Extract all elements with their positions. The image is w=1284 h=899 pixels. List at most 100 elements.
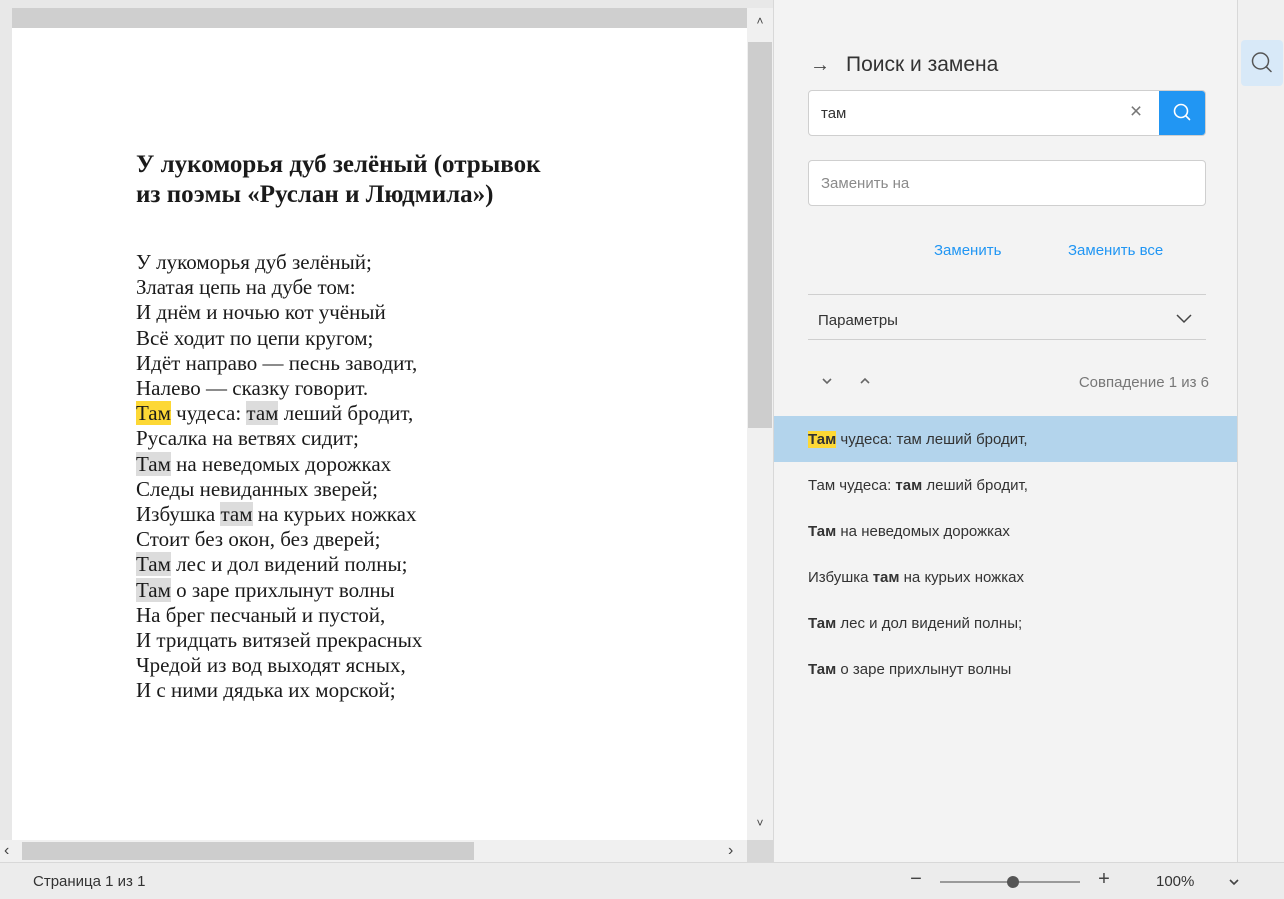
match-highlight: там	[220, 502, 253, 527]
result-match: Там	[808, 430, 837, 448]
search-button[interactable]	[1159, 91, 1205, 135]
result-text: на неведомых дорожках	[836, 522, 1010, 540]
poem-line: Русалка на ветвях сидит;	[136, 426, 422, 451]
zoom-value: 100%	[1156, 873, 1195, 890]
scroll-left-icon[interactable]: ‹	[4, 842, 20, 860]
document-area: У лукоморья дуб зелёный (отрывок из поэм…	[0, 0, 773, 862]
document-page[interactable]: У лукоморья дуб зелёный (отрывок из поэм…	[12, 28, 747, 840]
poem-line: Златая цепь на дубе том:	[136, 275, 422, 300]
poem-line: И тридцать витязей прекрасных	[136, 628, 422, 653]
search-icon	[1173, 103, 1191, 121]
previous-match-icon[interactable]	[858, 374, 872, 388]
next-match-icon[interactable]	[820, 374, 834, 388]
zoom-slider-thumb[interactable]	[1007, 876, 1019, 888]
match-highlight: Там	[136, 451, 171, 476]
match-counter: Совпадение 1 из 6	[1078, 374, 1209, 391]
search-result-item[interactable]: Избушка там на курьих ножках	[774, 554, 1238, 600]
result-text: на курьих ножках	[899, 568, 1024, 586]
parameters-dropdown[interactable]: Параметры	[808, 300, 1206, 338]
line-text: Идёт направо — песнь заводит,	[136, 350, 418, 375]
line-text: Избушка	[136, 502, 221, 527]
chevron-down-icon[interactable]	[1227, 875, 1241, 889]
poem-line: Всё ходит по цепи кругом;	[136, 326, 422, 351]
line-text: чудеса:	[170, 401, 247, 426]
divider	[808, 339, 1206, 340]
match-highlight: Там	[136, 577, 171, 602]
scroll-down-icon[interactable]: ˅	[747, 816, 773, 836]
poem-line: На брег песчаный и пустой,	[136, 603, 422, 628]
match-highlight: Там	[136, 552, 171, 577]
search-result-item[interactable]: Там на неведомых дорожках	[774, 508, 1238, 554]
poem-line: Чредой из вод выходят ясных,	[136, 653, 422, 678]
line-text: Чредой из вод выходят ясных,	[136, 653, 406, 678]
search-icon	[1251, 52, 1272, 73]
poem-line: И днём и ночью кот учёный	[136, 300, 422, 325]
close-icon[interactable]: ×	[1125, 101, 1147, 123]
side-rail	[1237, 0, 1284, 862]
match-highlight: Там	[136, 401, 171, 426]
poem-line: Там на неведомых дорожках	[136, 451, 422, 477]
poem-line: У лукоморья дуб зелёный;	[136, 250, 422, 275]
search-replace-panel: → Поиск и замена × Заменить Заменить все…	[773, 0, 1238, 862]
horizontal-scrollbar[interactable]: ‹ ›	[0, 840, 747, 862]
page-info: Страница 1 из 1	[33, 873, 146, 890]
line-text: на неведомых дорожках	[170, 451, 392, 476]
title-line-2: из поэмы «Руслан и Людмила»)	[136, 181, 494, 208]
search-result-item[interactable]: Там о заре прихлынут волны	[774, 646, 1238, 692]
result-match: там	[872, 568, 900, 586]
scrollbar-corner	[747, 840, 773, 862]
result-text: чудеса: там леший бродит,	[836, 430, 1028, 448]
line-text: лес и дол видений полны;	[170, 552, 408, 577]
line-text: на курьих ножках	[252, 502, 417, 527]
line-text: И тридцать витязей прекрасных	[136, 628, 423, 653]
replace-input[interactable]	[808, 160, 1206, 206]
result-text: леший бродит,	[922, 476, 1028, 494]
result-match: там	[895, 476, 923, 494]
line-text: Налево — сказку говорит.	[136, 376, 369, 401]
poem-line: Избушка там на курьих ножках	[136, 502, 422, 527]
poem-line: Стоит без окон, без дверей;	[136, 527, 422, 552]
line-text: У лукоморья дуб зелёный;	[136, 250, 372, 274]
search-result-item[interactable]: Там лес и дол видений полны;	[774, 600, 1238, 646]
divider	[808, 294, 1206, 295]
title-line-1: У лукоморья дуб зелёный (отрывок	[136, 151, 541, 178]
search-box: ×	[808, 90, 1206, 136]
result-match: Там	[808, 522, 837, 540]
arrow-right-icon[interactable]: →	[810, 54, 830, 77]
parameters-label: Параметры	[818, 312, 898, 329]
vertical-scroll-thumb[interactable]	[748, 42, 772, 428]
poem-line: Идёт направо — песнь заводит,	[136, 351, 422, 376]
result-text: лес и дол видений полны;	[836, 614, 1023, 632]
search-panel-toggle[interactable]	[1241, 40, 1283, 86]
search-input[interactable]	[809, 91, 1129, 135]
scroll-up-icon[interactable]: ˄	[747, 14, 773, 34]
chevron-down-icon	[1176, 314, 1192, 324]
zoom-out-button[interactable]: −	[908, 868, 924, 891]
search-result-item[interactable]: Там чудеса: там леший бродит,	[774, 416, 1238, 462]
search-result-item[interactable]: Там чудеса: там леший бродит,	[774, 462, 1238, 508]
line-text: Следы невиданных зверей;	[136, 476, 378, 501]
result-text: Там чудеса:	[808, 476, 896, 494]
replace-all-button[interactable]: Заменить все	[1068, 242, 1163, 259]
line-text: о заре прихлынут волны	[170, 577, 395, 602]
poem-text: У лукоморья дуб зелёный; Златая цепь на д…	[136, 250, 422, 704]
line-text: леший бродит,	[278, 401, 414, 426]
line-text: Стоит без окон, без дверей;	[136, 527, 381, 552]
zoom-in-button[interactable]: +	[1096, 868, 1112, 891]
poem-line: Налево — сказку говорит.	[136, 376, 422, 401]
line-text: Всё ходит по цепи кругом;	[136, 325, 374, 350]
result-text: о заре прихлынут волны	[836, 660, 1012, 678]
match-highlight: там	[246, 401, 279, 426]
line-text: И днём и ночью кот учёный	[136, 300, 386, 325]
scroll-right-icon[interactable]: ›	[728, 842, 744, 860]
poem-line: Там лес и дол видений полны;	[136, 552, 422, 577]
horizontal-scroll-thumb[interactable]	[22, 842, 474, 860]
panel-header: → Поиск и замена	[810, 50, 998, 80]
poem-line: Там чудеса: там леший бродит,	[136, 401, 422, 426]
document-title: У лукоморья дуб зелёный (отрывок из поэм…	[136, 150, 676, 210]
line-text: Златая цепь на дубе том:	[136, 275, 356, 300]
replace-button[interactable]: Заменить	[934, 242, 1001, 259]
vertical-scrollbar[interactable]: ˄ ˅	[747, 8, 773, 840]
poem-line: И с ними дядька их морской;	[136, 678, 422, 703]
panel-title: Поиск и замена	[846, 53, 999, 76]
